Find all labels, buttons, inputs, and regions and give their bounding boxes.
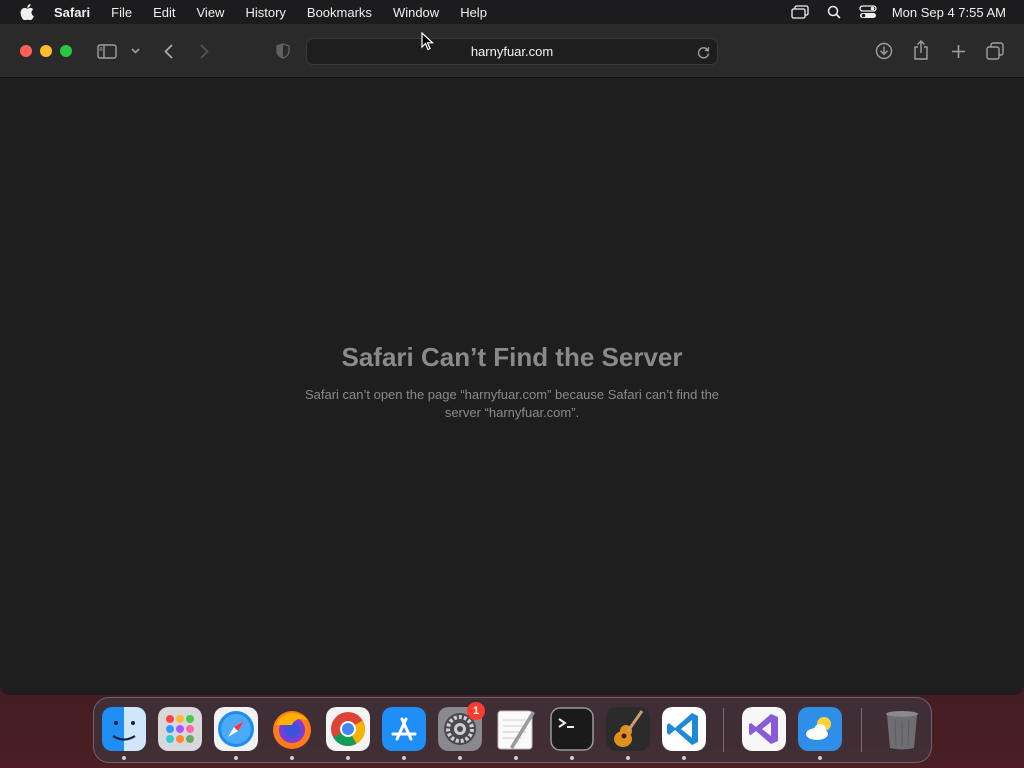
mouse-cursor-icon xyxy=(421,32,435,51)
safari-window: harnyfuar.com Safari Can’t Find the Serv… xyxy=(0,24,1024,695)
new-tab-icon[interactable] xyxy=(948,41,968,61)
visual-studio-icon[interactable] xyxy=(742,707,786,751)
forward-button-icon[interactable] xyxy=(196,41,212,61)
menu-bookmarks[interactable]: Bookmarks xyxy=(307,5,372,20)
address-bar[interactable]: harnyfuar.com xyxy=(306,38,718,65)
downloads-icon[interactable] xyxy=(874,41,894,61)
firefox-icon[interactable] xyxy=(270,707,314,751)
maximize-window-button[interactable] xyxy=(60,45,72,57)
menu-window[interactable]: Window xyxy=(393,5,439,20)
screen-mirroring-icon[interactable] xyxy=(790,4,810,20)
page-content: Safari Can’t Find the Server Safari can’… xyxy=(0,78,1024,695)
tab-overview-icon[interactable] xyxy=(985,41,1005,61)
menu-edit[interactable]: Edit xyxy=(153,5,175,20)
browser-toolbar: harnyfuar.com xyxy=(0,24,1024,78)
safari-icon[interactable] xyxy=(214,707,258,751)
settings-running-dot xyxy=(458,756,462,760)
menu-clock[interactable]: Mon Sep 4 7:55 AM xyxy=(892,5,1006,20)
terminal-running-dot xyxy=(570,756,574,760)
share-icon[interactable] xyxy=(911,39,931,61)
trash-icon[interactable] xyxy=(880,707,924,751)
safari-running-dot xyxy=(234,756,238,760)
finder-running-dot xyxy=(122,756,126,760)
menu-app-name[interactable]: Safari xyxy=(54,5,90,20)
address-url[interactable]: harnyfuar.com xyxy=(471,44,553,59)
settings-notification-badge: 1 xyxy=(467,702,485,720)
chevron-down-icon[interactable] xyxy=(129,46,141,56)
app-store-icon[interactable] xyxy=(382,707,426,751)
error-title: Safari Can’t Find the Server xyxy=(341,342,683,372)
menu-file[interactable]: File xyxy=(111,5,132,20)
app-store-running-dot xyxy=(402,756,406,760)
finder-icon[interactable] xyxy=(102,707,146,751)
control-center-icon[interactable] xyxy=(858,4,878,20)
error-message: Safari can’t open the page “harnyfuar.co… xyxy=(304,387,720,420)
chrome-running-dot xyxy=(346,756,350,760)
vscode-icon[interactable] xyxy=(662,707,706,751)
weather-running-dot xyxy=(818,756,822,760)
textedit-running-dot xyxy=(514,756,518,760)
reload-icon[interactable] xyxy=(695,44,711,60)
menu-history[interactable]: History xyxy=(245,5,285,20)
terminal-icon[interactable] xyxy=(550,707,594,751)
minimize-window-button[interactable] xyxy=(40,45,52,57)
firefox-running-dot xyxy=(290,756,294,760)
dock: 1 xyxy=(93,697,932,763)
sidebar-toggle-icon[interactable] xyxy=(96,42,118,60)
dock-separator xyxy=(723,708,724,752)
apple-menu-icon[interactable] xyxy=(18,3,36,21)
menu-help[interactable]: Help xyxy=(460,5,487,20)
vscode-running-dot xyxy=(682,756,686,760)
chrome-icon[interactable] xyxy=(326,707,370,751)
menu-bar: Safari File Edit View History Bookmarks … xyxy=(0,0,1024,24)
close-window-button[interactable] xyxy=(20,45,32,57)
weather-icon[interactable] xyxy=(798,707,842,751)
privacy-shield-icon[interactable] xyxy=(274,42,292,60)
textedit-icon[interactable] xyxy=(494,707,538,751)
menu-view[interactable]: View xyxy=(197,5,225,20)
garageband-running-dot xyxy=(626,756,630,760)
launchpad-icon[interactable] xyxy=(158,707,202,751)
spotlight-search-icon[interactable] xyxy=(824,4,844,20)
dock-separator-trash xyxy=(861,708,862,752)
garageband-icon[interactable] xyxy=(606,707,650,751)
back-button-icon[interactable] xyxy=(160,41,176,61)
